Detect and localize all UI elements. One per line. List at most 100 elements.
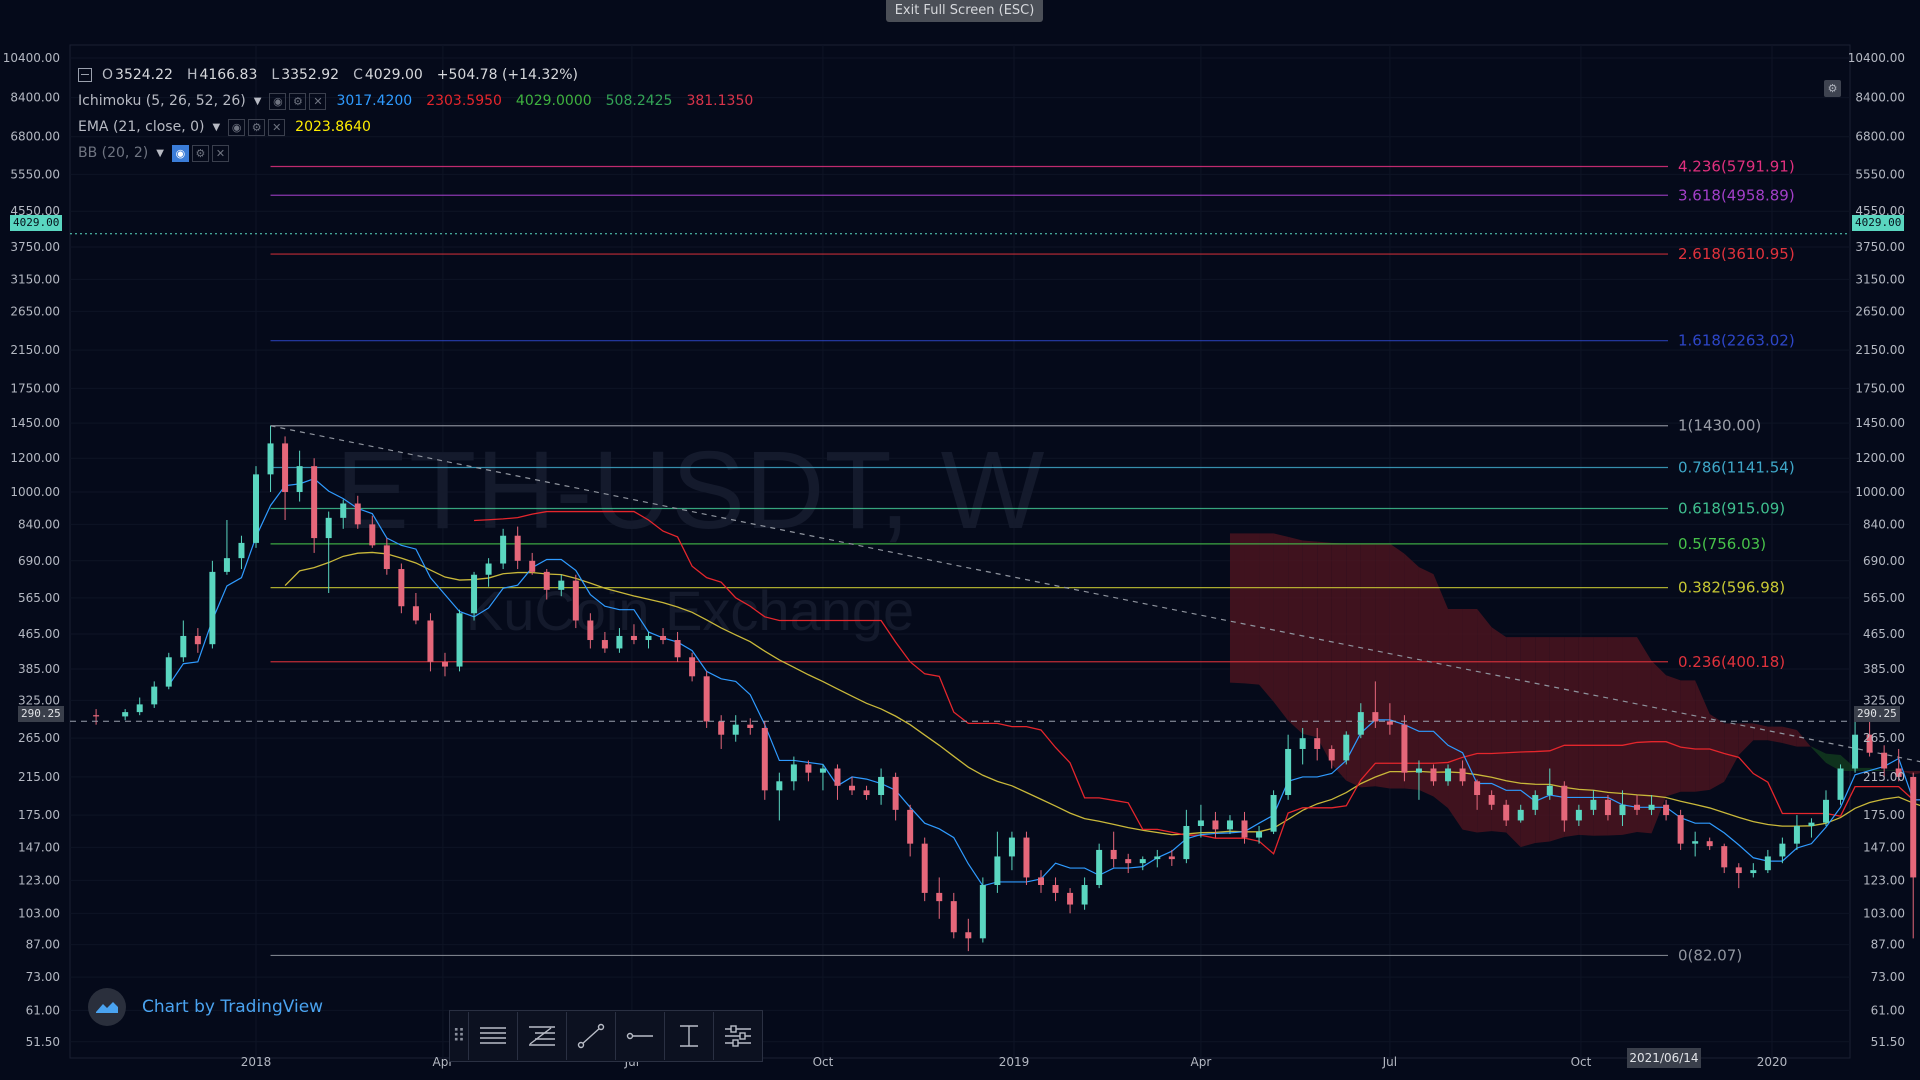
candle-body[interactable] (1852, 734, 1859, 769)
candle-body[interactable] (529, 560, 536, 572)
candle-body[interactable] (180, 635, 187, 658)
candle-body[interactable] (282, 443, 289, 493)
ema-visibility-icon[interactable]: ◉ (228, 118, 246, 136)
candle-body[interactable] (1183, 825, 1190, 860)
horizontal-ray-tool-icon[interactable] (615, 1012, 664, 1060)
candle-body[interactable] (616, 635, 623, 649)
candle-body[interactable] (1706, 841, 1713, 847)
branding-text[interactable]: Chart by TradingView (142, 997, 323, 1017)
candle-body[interactable] (1474, 781, 1481, 796)
candle-body[interactable] (790, 764, 797, 782)
candle-body[interactable] (834, 768, 841, 786)
candle-body[interactable] (892, 776, 899, 810)
candle-body[interactable] (950, 901, 957, 933)
candle-body[interactable] (1619, 804, 1626, 816)
candle-body[interactable] (1415, 768, 1422, 773)
fib-retracement-tool-icon[interactable] (517, 1012, 566, 1060)
ichimoku-row[interactable]: Ichimoku (5, 26, 52, 26) ▼ ◉ ⚙ ✕ 3017.42… (78, 88, 767, 114)
candle-body[interactable] (354, 503, 361, 525)
candle-body[interactable] (1517, 809, 1524, 821)
candle-body[interactable] (456, 613, 463, 667)
candle-body[interactable] (1037, 877, 1044, 886)
candle-body[interactable] (1808, 822, 1815, 826)
candle-body[interactable] (819, 768, 826, 773)
candle-body[interactable] (1401, 724, 1408, 773)
candle-body[interactable] (936, 892, 943, 902)
candle-body[interactable] (703, 676, 710, 722)
candle-body[interactable] (1357, 712, 1364, 735)
candle-body[interactable] (965, 932, 972, 939)
candle-body[interactable] (1575, 809, 1582, 821)
candle-body[interactable] (93, 715, 100, 717)
candle-body[interactable] (1168, 856, 1175, 860)
trend-line-tool-icon[interactable] (566, 1012, 615, 1060)
candle-body[interactable] (1096, 849, 1103, 886)
candle-body[interactable] (1067, 892, 1074, 905)
candle-body[interactable] (630, 635, 637, 641)
candle-body[interactable] (1822, 799, 1829, 823)
bb-visibility-icon[interactable]: ◉ (171, 144, 189, 162)
candle-body[interactable] (572, 580, 579, 621)
candle-body[interactable] (1750, 870, 1757, 874)
candle-body[interactable] (660, 635, 667, 641)
candle-body[interactable] (1546, 785, 1553, 796)
candle-body[interactable] (1139, 859, 1146, 864)
ema-label[interactable]: EMA (21, close, 0) (78, 119, 204, 135)
candle-body[interactable] (543, 571, 550, 590)
candle-body[interactable] (1735, 867, 1742, 874)
price-range-tool-icon[interactable] (664, 1012, 713, 1060)
candle-body[interactable] (558, 580, 565, 590)
candle-body[interactable] (500, 535, 507, 564)
candle-body[interactable] (296, 466, 303, 493)
ichimoku-settings-icon[interactable]: ⚙ (289, 92, 307, 110)
candle-body[interactable] (398, 569, 405, 607)
candle-body[interactable] (136, 704, 143, 713)
candle-body[interactable] (1081, 885, 1088, 905)
candle-body[interactable] (1328, 748, 1335, 761)
candle-body[interactable] (979, 885, 986, 939)
candle-body[interactable] (761, 727, 768, 791)
candle-body[interactable] (921, 843, 928, 893)
candle-body[interactable] (587, 620, 594, 641)
collapse-legend-icon[interactable] (78, 68, 92, 82)
candle-body[interactable] (1764, 856, 1771, 871)
ichimoku-label[interactable]: Ichimoku (5, 26, 52, 26) (78, 93, 246, 109)
candle-body[interactable] (674, 640, 681, 658)
candle-body[interactable] (1270, 795, 1277, 832)
candle-body[interactable] (1590, 799, 1597, 810)
candle-body[interactable] (1663, 804, 1670, 816)
ema-row[interactable]: EMA (21, close, 0) ▼ ◉ ⚙ ✕ 2023.8640 (78, 114, 767, 140)
candle-body[interactable] (471, 574, 478, 614)
ema-remove-icon[interactable]: ✕ (268, 118, 286, 136)
toolbar-grip-icon[interactable]: ⠿ (450, 1026, 468, 1047)
candle-body[interactable] (1445, 768, 1452, 782)
candle-body[interactable] (1241, 820, 1248, 838)
candle-body[interactable] (1503, 804, 1510, 821)
candle-body[interactable] (994, 856, 1001, 886)
horizontal-lines-tool-icon[interactable] (468, 1012, 517, 1060)
candle-body[interactable] (1125, 859, 1132, 864)
candle-body[interactable] (194, 635, 201, 645)
candle-body[interactable] (1110, 849, 1117, 860)
candle-body[interactable] (238, 542, 245, 559)
candle-body[interactable] (1008, 837, 1015, 857)
candle-body[interactable] (1793, 825, 1800, 844)
candle-body[interactable] (1532, 795, 1539, 810)
candle-body[interactable] (223, 558, 230, 572)
candle-body[interactable] (165, 657, 172, 687)
candle-body[interactable] (1226, 820, 1233, 830)
bb-settings-icon[interactable]: ⚙ (191, 144, 209, 162)
ichimoku-caret-icon[interactable]: ▼ (254, 96, 262, 107)
candle-body[interactable] (1285, 748, 1292, 796)
ema-settings-icon[interactable]: ⚙ (248, 118, 266, 136)
candle-body[interactable] (1779, 843, 1786, 857)
candle-body[interactable] (689, 657, 696, 677)
bb-remove-icon[interactable]: ✕ (211, 144, 229, 162)
candle-body[interactable] (151, 686, 158, 705)
candle-body[interactable] (878, 776, 885, 796)
candle-body[interactable] (1604, 799, 1611, 816)
candle-body[interactable] (267, 443, 274, 475)
bb-caret-icon[interactable]: ▼ (156, 148, 164, 159)
candle-body[interactable] (383, 545, 390, 570)
candle-body[interactable] (311, 466, 318, 539)
